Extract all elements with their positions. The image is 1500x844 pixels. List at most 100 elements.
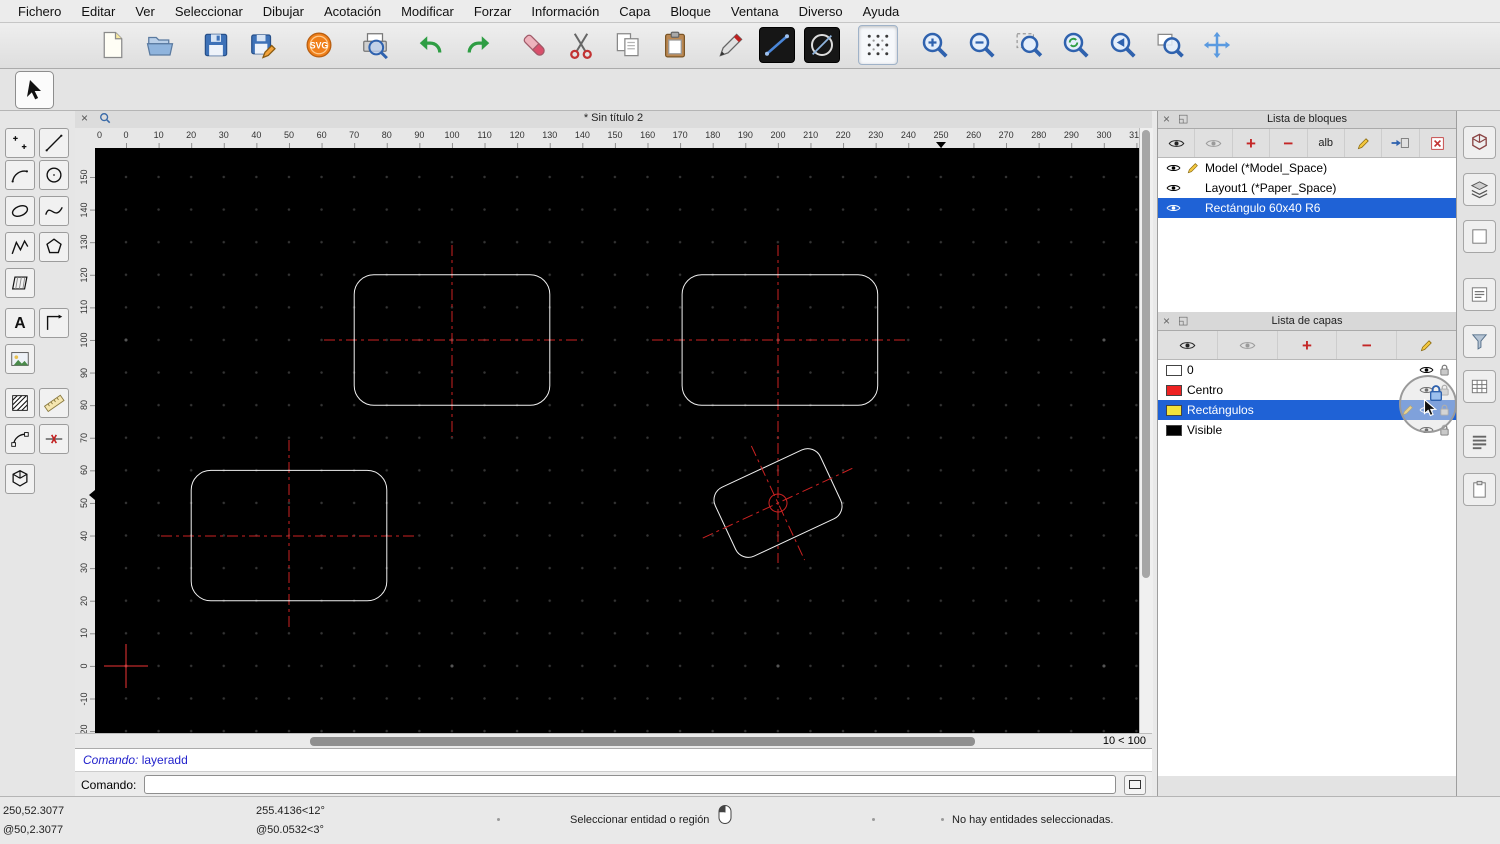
solid-fill-tool-button[interactable]	[5, 388, 35, 418]
zoom-redraw-button[interactable]	[1057, 26, 1095, 64]
polygon-tool-button[interactable]	[39, 232, 69, 262]
ellipse-tool-button[interactable]	[5, 196, 35, 226]
zoom-previous-button[interactable]	[1104, 26, 1142, 64]
blocks-panel-close-icon[interactable]: ×	[1163, 110, 1170, 128]
hruler-label: 310	[1129, 130, 1139, 140]
dock-table-button[interactable]	[1463, 370, 1496, 403]
image-tool-button[interactable]	[5, 344, 35, 374]
undo-button[interactable]	[412, 26, 450, 64]
hruler-label: 230	[868, 130, 884, 140]
menu-item-bloque[interactable]: Bloque	[660, 4, 720, 19]
drawing-canvas[interactable]	[95, 148, 1139, 733]
menu-item-diverso[interactable]: Diverso	[789, 4, 853, 19]
menu-item-fichero[interactable]: Fichero	[8, 4, 71, 19]
menu-item-dibujar[interactable]: Dibujar	[253, 4, 314, 19]
insert-block-button[interactable]	[1382, 129, 1420, 157]
edit-layer-button[interactable]	[1397, 331, 1456, 359]
vertical-scroll-thumb[interactable]	[1142, 130, 1150, 578]
menu-item-acotacion[interactable]: Acotación	[314, 4, 391, 19]
zoom-auto-button[interactable]	[1010, 26, 1048, 64]
circle-tool-button[interactable]	[39, 160, 69, 190]
eye-open-icon[interactable]	[1419, 365, 1434, 375]
menu-item-capa[interactable]: Capa	[609, 4, 660, 19]
snap-intersection-tool-button[interactable]	[39, 424, 69, 454]
menu-item-modificar[interactable]: Modificar	[391, 4, 464, 19]
hatch-tool-button[interactable]	[5, 268, 35, 298]
dock-layers-button[interactable]	[1463, 173, 1496, 206]
eye-open-icon[interactable]	[1166, 163, 1181, 173]
paste-button[interactable]	[656, 26, 694, 64]
edit-block-button[interactable]	[1345, 129, 1383, 157]
lock-icon[interactable]	[1439, 363, 1450, 377]
copy-button[interactable]	[609, 26, 647, 64]
hide-all-layers-button[interactable]	[1218, 331, 1278, 359]
eraser-icon	[523, 34, 545, 56]
eye-open-icon[interactable]	[1166, 203, 1181, 213]
points-tool-button[interactable]	[5, 128, 35, 158]
zoom-window-button[interactable]	[1151, 26, 1189, 64]
command-input[interactable]	[144, 775, 1116, 794]
dock-filter-button[interactable]	[1463, 325, 1496, 358]
save-as-button[interactable]	[244, 26, 282, 64]
add-layer-button[interactable]: +	[1278, 331, 1338, 359]
arc-tool-button[interactable]	[5, 160, 35, 190]
save-button[interactable]	[197, 26, 235, 64]
zoom-in-button[interactable]	[916, 26, 954, 64]
menu-item-forzar[interactable]: Forzar	[464, 4, 522, 19]
show-all-blocks-button[interactable]	[1158, 129, 1196, 157]
ornament-tool-button[interactable]	[5, 424, 35, 454]
layers-panel-close-icon[interactable]: ×	[1163, 312, 1170, 330]
layers-panel-float-icon[interactable]: ◱	[1178, 312, 1188, 330]
pen-icon	[719, 33, 743, 57]
open-file-button[interactable]	[141, 26, 179, 64]
cut-button[interactable]	[562, 26, 600, 64]
dock-command-button[interactable]	[1463, 278, 1496, 311]
dock-library-button[interactable]	[1463, 220, 1496, 253]
zoom-out-button[interactable]	[963, 26, 1001, 64]
redo-button[interactable]	[459, 26, 497, 64]
block-row[interactable]: Layout1 (*Paper_Space)	[1158, 178, 1456, 198]
corner-tool-button[interactable]	[39, 308, 69, 338]
menu-item-ventana[interactable]: Ventana	[721, 4, 789, 19]
show-all-layers-button[interactable]	[1158, 331, 1218, 359]
spline-tool-button[interactable]	[39, 196, 69, 226]
layer-row[interactable]: 0	[1158, 360, 1456, 380]
hruler-label: 140	[574, 130, 590, 140]
print-preview-button[interactable]	[356, 26, 394, 64]
circle-attributes-button[interactable]	[804, 27, 840, 63]
add-block-button[interactable]: +	[1233, 129, 1271, 157]
menu-item-informacion[interactable]: Información	[521, 4, 609, 19]
line-tool-button[interactable]	[39, 128, 69, 158]
text-tool-button[interactable]: A	[5, 308, 35, 338]
menu-item-seleccionar[interactable]: Seleccionar	[165, 4, 253, 19]
menu-item-ayuda[interactable]: Ayuda	[853, 4, 910, 19]
remove-layer-button[interactable]: −	[1337, 331, 1398, 359]
rename-block-button[interactable]: alb	[1308, 129, 1345, 157]
dock-rows-button[interactable]	[1463, 425, 1496, 458]
delete-block-button[interactable]	[1420, 129, 1456, 157]
block-row[interactable]: Model (*Model_Space)	[1158, 158, 1456, 178]
select-tool-button[interactable]	[15, 71, 54, 109]
pen-button[interactable]	[712, 26, 750, 64]
canvas-vertical-scrollbar[interactable]	[1139, 128, 1153, 733]
svg-export-button[interactable]: SVG	[300, 26, 338, 64]
horizontal-scroll-thumb[interactable]	[310, 737, 975, 746]
command-dock-button[interactable]	[1124, 774, 1146, 795]
menu-item-editar[interactable]: Editar	[71, 4, 125, 19]
cube-3d-tool-button[interactable]	[5, 464, 35, 494]
grid-toggle-button[interactable]	[858, 25, 898, 65]
polyline-tool-button[interactable]	[5, 232, 35, 262]
dock-cube-button[interactable]	[1463, 126, 1496, 159]
eye-open-icon[interactable]	[1166, 183, 1181, 193]
zoom-pan-button[interactable]	[1198, 26, 1236, 64]
hide-all-blocks-button[interactable]	[1195, 129, 1233, 157]
dock-clipboard-button[interactable]	[1463, 473, 1496, 506]
delete-button[interactable]	[515, 26, 553, 64]
menu-item-ver[interactable]: Ver	[125, 4, 165, 19]
block-row-selected[interactable]: Rectángulo 60x40 R6	[1158, 198, 1456, 218]
remove-block-button[interactable]: −	[1270, 129, 1308, 157]
line-attributes-button[interactable]	[759, 27, 795, 63]
measure-tool-button[interactable]	[39, 388, 69, 418]
blocks-panel-float-icon[interactable]: ◱	[1178, 110, 1188, 128]
new-file-button[interactable]	[94, 26, 132, 64]
